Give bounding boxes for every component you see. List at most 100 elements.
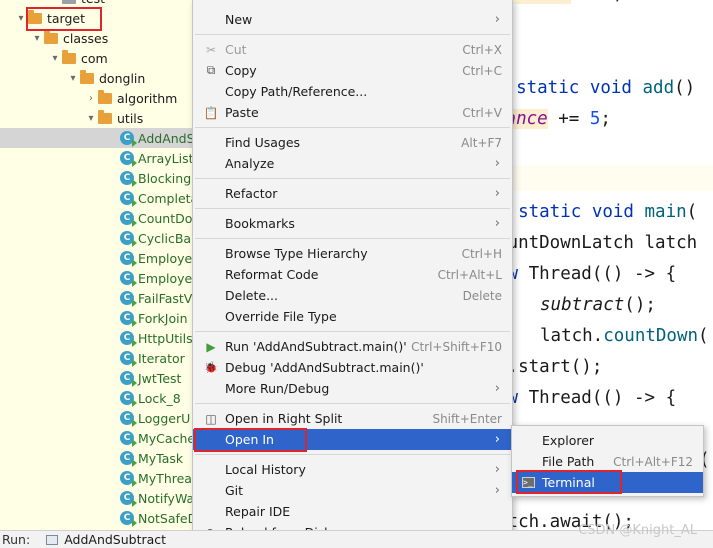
java-class-icon: C: [120, 191, 137, 207]
menu-item-reformat-code[interactable]: Reformat Code Ctrl+Alt+L: [193, 264, 512, 285]
tree-item-test[interactable]: test: [0, 0, 192, 8]
chevron-down-icon[interactable]: ▾: [66, 73, 80, 84]
code-token: add: [642, 78, 675, 98]
submenu-item-terminal[interactable]: >_ Terminal: [512, 472, 703, 493]
tree-item-notifywa[interactable]: C NotifyWa: [0, 488, 192, 508]
java-class-icon: C: [120, 231, 137, 247]
tree-item-algorithm[interactable]: › algorithm: [0, 88, 192, 108]
menu-item-label: Reformat Code: [225, 267, 319, 282]
code-token: 5: [589, 109, 601, 129]
menu-item-shortcut: Ctrl+Alt+L: [437, 267, 502, 282]
folder-icon: [28, 10, 42, 24]
tree-item-jwttest[interactable]: C JwtTest: [0, 368, 192, 388]
code-token: Thread(() -> {: [528, 388, 677, 408]
chevron-down-icon[interactable]: ▾: [14, 13, 28, 24]
menu-item-local-history[interactable]: Local History ›: [193, 459, 512, 480]
tree-item-donglin[interactable]: ▾ donglin: [0, 68, 192, 88]
tree-item-employee[interactable]: CEmployee: [0, 268, 192, 288]
code-token: +=: [547, 109, 590, 129]
tree-item-label: MyThrea: [138, 470, 192, 486]
menu-item-label: Refactor: [225, 186, 278, 201]
menu-item-more-run-debug[interactable]: More Run/Debug ›: [193, 378, 512, 399]
tree-item-completa[interactable]: CCompleta: [0, 188, 192, 208]
tree-item-arraylist[interactable]: C ArrayList: [0, 148, 192, 168]
tree-item-target[interactable]: ▾ target: [0, 8, 192, 28]
tree-item-notsafed[interactable]: C NotSafeD: [0, 508, 192, 528]
menu-item-override-file-type[interactable]: Override File Type: [193, 306, 512, 327]
folder-icon: [44, 30, 58, 44]
tree-item-blocking[interactable]: C Blocking: [0, 168, 192, 188]
tree-item-label: Iterator: [138, 350, 185, 366]
menu-item-new[interactable]: New ›: [193, 9, 512, 30]
menu-separator: [195, 127, 510, 128]
code-token: (): [674, 78, 696, 98]
menu-item-analyze[interactable]: Analyze ›: [193, 153, 512, 174]
menu-item-cut[interactable]: ✂ Cut Ctrl+X: [193, 39, 512, 60]
java-class-icon: C: [120, 131, 137, 147]
tree-item-classes[interactable]: ▾ classes: [0, 28, 192, 48]
tree-item-label: JwtTest: [138, 370, 182, 386]
tree-item-failfastv[interactable]: C FailFastV: [0, 288, 192, 308]
code-line: subtract();: [540, 295, 656, 315]
paste-icon: 📋: [203, 105, 219, 120]
chevron-down-icon[interactable]: ▾: [30, 33, 44, 44]
submenu-item-label: Explorer: [542, 433, 595, 448]
menu-item-run-addandsubtract-main[interactable]: ▶ Run 'AddAndSubtract.main()' Ctrl+Shift+F…: [193, 336, 512, 357]
tree-item-utils[interactable]: ▾ utils: [0, 108, 192, 128]
menu-item-label: Copy: [225, 63, 257, 78]
tree-item-label: LoggerU: [138, 410, 191, 426]
menu-item-label: Analyze: [225, 156, 275, 171]
scissors-icon: ✂: [205, 42, 217, 57]
chevron-right-icon[interactable]: ›: [84, 93, 98, 104]
submenu-item-explorer[interactable]: Explorer: [512, 430, 703, 451]
submenu-arrow-icon: ›: [494, 483, 500, 498]
tree-item-cyclicbar[interactable]: C CyclicBar: [0, 228, 192, 248]
tree-item-label: utils: [117, 110, 144, 126]
tree-item-httputils[interactable]: C HttpUtils: [0, 328, 192, 348]
run-tab[interactable]: AddAndSubtract: [46, 532, 166, 547]
tree-item-mycache[interactable]: C MyCache: [0, 428, 192, 448]
menu-item-git[interactable]: Git ›: [193, 480, 512, 501]
menu-item-delete[interactable]: Delete... Delete: [193, 285, 512, 306]
submenu-item-file-path[interactable]: File Path Ctrl+Alt+F12: [512, 451, 703, 472]
folder-icon: [98, 110, 112, 124]
menu-item-browse-type-hierarchy[interactable]: Browse Type Hierarchy Ctrl+H: [193, 243, 512, 264]
menu-item-copy-path-reference[interactable]: Copy Path/Reference...: [193, 81, 512, 102]
java-class-icon: C: [120, 351, 137, 367]
java-class-icon: C: [120, 311, 137, 327]
tree-item-mythrea[interactable]: C MyThrea: [0, 468, 192, 488]
java-class-icon: C: [120, 511, 137, 527]
code-line: c static void main(: [497, 202, 697, 222]
chevron-down-icon[interactable]: ▾: [48, 53, 62, 64]
menu-item-debug-addandsubtract-main[interactable]: 🐞 Debug 'AddAndSubtract.main()': [193, 357, 512, 378]
tree-item-label: AddAndS: [138, 130, 192, 146]
menu-item-copy[interactable]: ⧉ Copy Ctrl+C: [193, 60, 512, 81]
menu-item-repair-ide[interactable]: Repair IDE: [193, 501, 512, 522]
menu-item-label: More Run/Debug: [225, 381, 330, 396]
tree-item-label: HttpUtils: [138, 330, 192, 346]
menu-item-open-in[interactable]: Open In ›: [193, 429, 512, 450]
tree-item-employee[interactable]: CEmployee: [0, 248, 192, 268]
menu-item-label: Repair IDE: [225, 504, 291, 519]
tree-item-loggeru[interactable]: C LoggerU: [0, 408, 192, 428]
menu-item-bookmarks[interactable]: Bookmarks ›: [193, 213, 512, 234]
tree-item-forkjoin[interactable]: C ForkJoin: [0, 308, 192, 328]
tree-item-addands[interactable]: C AddAndS: [0, 128, 192, 148]
tree-item-label: Completa: [138, 190, 192, 206]
tree-item-lock-8[interactable]: C Lock_8: [0, 388, 192, 408]
run-tab-label: AddAndSubtract: [64, 532, 167, 547]
submenu-item-label: File Path: [542, 454, 595, 469]
tree-item-iterator[interactable]: C Iterator: [0, 348, 192, 368]
tree-item-mytask[interactable]: C MyTask: [0, 448, 192, 468]
tree-item-label: CyclicBar: [138, 230, 192, 246]
tree-item-com[interactable]: ▾ com: [0, 48, 192, 68]
chevron-down-icon[interactable]: ▾: [84, 113, 98, 124]
tree-item-countdov[interactable]: CCountDov: [0, 208, 192, 228]
menu-item-find-usages[interactable]: Find Usages Alt+F7: [193, 132, 512, 153]
code-token: Thread(() -> {: [528, 264, 677, 284]
java-class-icon: C: [120, 271, 137, 287]
menu-item-open-in-right-split[interactable]: ◫ Open in Right Split Shift+Enter: [193, 408, 512, 429]
tree-item-label: com: [81, 50, 108, 66]
menu-item-paste[interactable]: 📋 Paste Ctrl+V: [193, 102, 512, 123]
menu-item-refactor[interactable]: Refactor ›: [193, 183, 512, 204]
